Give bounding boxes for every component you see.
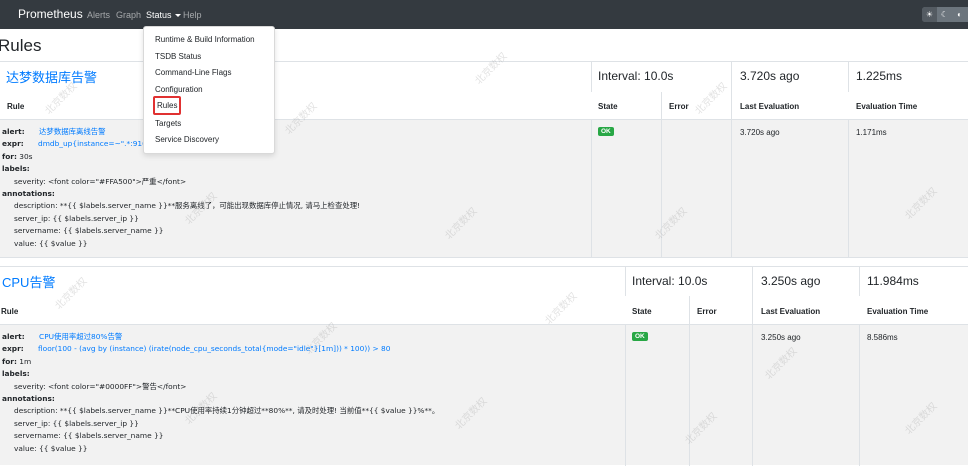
sun-icon[interactable]: ☀: [922, 7, 937, 22]
annotation-description: description: **{{ $labels.server_name }}…: [14, 406, 440, 416]
alert-key: alert:: [2, 127, 25, 136]
watermark: 北京数权: [683, 410, 720, 447]
menu-item-tsdb[interactable]: TSDB Status: [155, 52, 201, 61]
nav-alerts[interactable]: Alerts: [87, 10, 110, 20]
alert-name-link[interactable]: CPU使用率超过80%告警: [39, 332, 122, 341]
rule-evaluation-time: 1.171ms: [856, 128, 887, 137]
rule-last-evaluation: 3.250s ago: [761, 333, 801, 342]
status-dropdown-menu: Runtime & Build Information TSDB Status …: [143, 26, 275, 154]
col-evaluation-time: Evaluation Time: [856, 102, 918, 111]
group-evaluation-time: 11.984ms: [867, 274, 919, 288]
annotations-key: annotations:: [2, 189, 55, 199]
moon-icon[interactable]: ☾: [937, 7, 952, 22]
expr-key: expr:: [2, 139, 24, 149]
watermark: 北京数权: [653, 205, 690, 242]
caret-down-icon: [174, 14, 181, 18]
alert-key: alert:: [2, 332, 25, 341]
col-last-evaluation: Last Evaluation: [740, 102, 800, 111]
menu-item-configuration[interactable]: Configuration: [155, 85, 203, 94]
group-last-evaluation: 3.250s ago: [761, 274, 821, 288]
nav-status-label: Status: [146, 10, 172, 20]
menu-item-flags[interactable]: Command-Line Flags: [155, 68, 231, 77]
col-error: Error: [669, 102, 689, 111]
rule-last-evaluation: 3.720s ago: [740, 128, 780, 137]
annotation-server-ip: server_ip: {{ $labels.server_ip }}: [14, 213, 139, 223]
rule-definition: alert: 达梦数据库离线告警 expr: dmdb_up{instance=…: [0, 122, 590, 250]
expr-link[interactable]: dmdb_up{instance=~".*:9161": [38, 139, 155, 148]
for-key: for:: [2, 356, 17, 366]
for-value: 30s: [19, 151, 33, 161]
menu-item-runtime[interactable]: Runtime & Build Information: [155, 35, 255, 44]
contrast-icon[interactable]: ◐: [952, 7, 967, 22]
group-name[interactable]: CPU告警: [2, 272, 55, 291]
for-value: 1m: [19, 356, 32, 366]
expr-key: expr:: [2, 344, 24, 354]
state-badge: OK: [598, 127, 614, 136]
menu-item-rules[interactable]: Rules: [153, 96, 182, 115]
nav-help[interactable]: Help: [183, 10, 202, 20]
col-error: Error: [697, 307, 717, 316]
annotations-key: annotations:: [2, 394, 55, 404]
page-title: Rules: [0, 36, 42, 55]
expr-link[interactable]: floor(100 - (avg by (instance) (irate(no…: [38, 344, 390, 353]
annotation-servername: servername: {{ $labels.server_name }}: [14, 431, 164, 441]
watermark: 北京数权: [763, 345, 800, 382]
menu-item-targets[interactable]: Targets: [155, 119, 181, 128]
brand[interactable]: Prometheus: [18, 7, 83, 21]
annotation-value: value: {{ $value }}: [14, 238, 88, 248]
menu-item-service-discovery[interactable]: Service Discovery: [155, 135, 219, 144]
nav-graph[interactable]: Graph: [116, 10, 141, 20]
col-rule: Rule: [7, 102, 25, 111]
label-severity: severity: <font color="#0000FF">警告</font…: [14, 381, 187, 391]
group-interval: Interval: 10.0s: [632, 274, 708, 288]
theme-toggle: ☀ ☾ ◐: [922, 7, 968, 22]
labels-key: labels:: [2, 164, 30, 174]
annotation-server-ip: server_ip: {{ $labels.server_ip }}: [14, 418, 139, 428]
col-last-evaluation: Last Evaluation: [761, 307, 821, 316]
navbar: Prometheus Alerts Graph Status Help ☀ ☾ …: [0, 0, 968, 29]
watermark: 北京数权: [903, 185, 940, 222]
col-state: State: [598, 102, 618, 111]
col-rule: Rule: [1, 307, 19, 316]
group-interval: Interval: 10.0s: [598, 69, 674, 83]
group-name[interactable]: 达梦数据库告警: [2, 67, 97, 86]
label-severity: severity: <font color="#FFA500">严重</font…: [14, 176, 187, 186]
for-key: for:: [2, 151, 17, 161]
annotation-servername: servername: {{ $labels.server_name }}: [14, 226, 164, 236]
col-state: State: [632, 307, 652, 316]
group-evaluation-time: 1.225ms: [856, 69, 903, 83]
col-evaluation-time: Evaluation Time: [867, 307, 929, 316]
state-badge: OK: [632, 332, 648, 341]
annotation-description: description: **{{ $labels.server_name }}…: [14, 201, 361, 211]
nav-status[interactable]: Status: [146, 10, 181, 20]
annotation-value: value: {{ $value }}: [14, 443, 88, 453]
rule-definition: alert: CPU使用率超过80%告警 expr: floor(100 - (…: [0, 327, 624, 455]
watermark: 北京数权: [903, 400, 940, 437]
labels-key: labels:: [2, 369, 30, 379]
rule-evaluation-time: 8.586ms: [867, 333, 898, 342]
group-last-evaluation: 3.720s ago: [740, 69, 800, 83]
alert-name-link[interactable]: 达梦数据库离线告警: [39, 127, 106, 136]
